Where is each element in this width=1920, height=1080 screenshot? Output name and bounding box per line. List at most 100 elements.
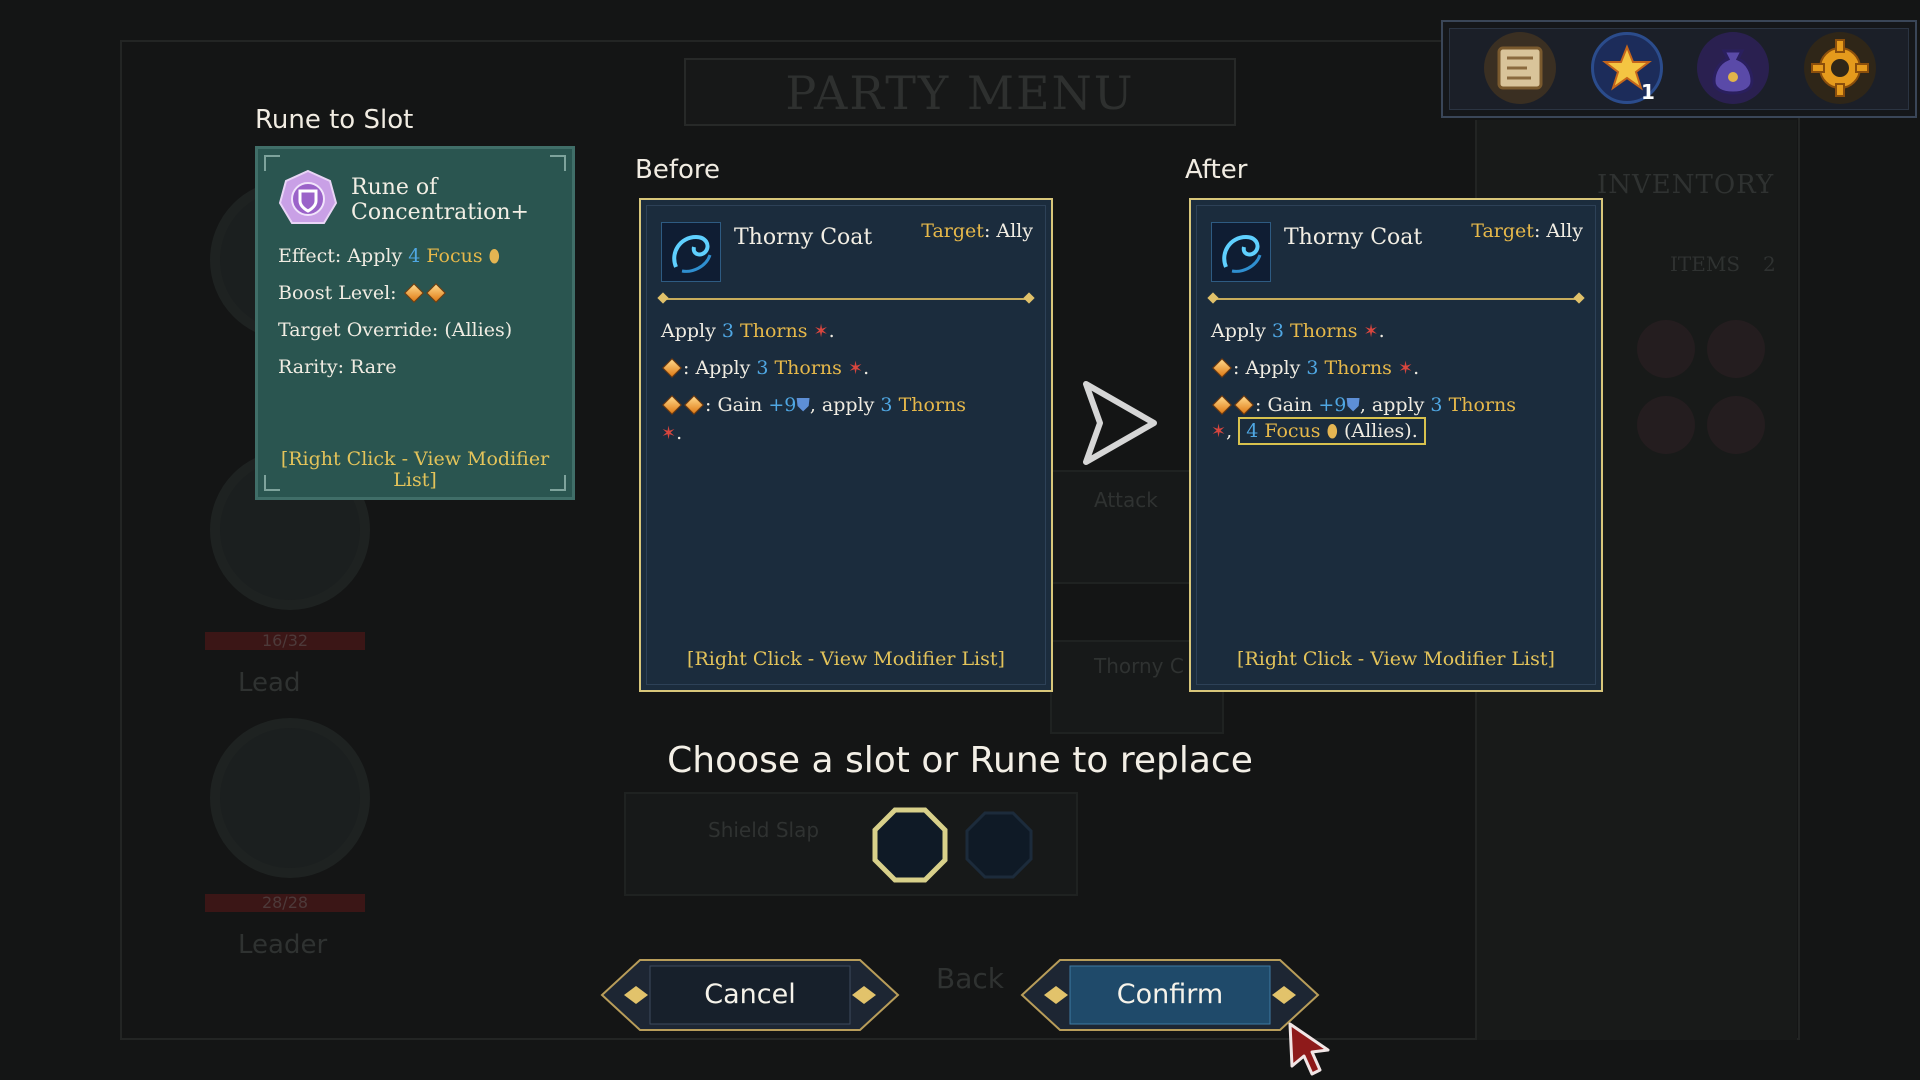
skill-effect-line-3-cont: ✶, 4 Focus ⬮ (Allies). [1211, 417, 1426, 445]
rune-of-concentration-icon [278, 169, 338, 224]
rune-effect: Effect: Apply 4 Focus ⬮ [278, 245, 500, 267]
boost-diamond-icon [1212, 358, 1232, 378]
effect-prefix: : Gain [1255, 394, 1313, 416]
target-value: : Ally [983, 220, 1033, 242]
thorns-icon: ✶ [813, 321, 829, 342]
effect-amount: 3 [1271, 320, 1284, 342]
effect-status: Thorns [1290, 320, 1358, 342]
confirm-button[interactable]: Confirm [1020, 958, 1320, 1032]
effect-status: Thorns [774, 357, 842, 379]
skill-effect-line-2: : Apply 3 Thorns ✶. [1211, 357, 1419, 379]
arrow-right-icon [1083, 381, 1157, 465]
confirm-button-label: Confirm [1116, 979, 1224, 1010]
skill-name: Thorny Coat [734, 225, 873, 250]
thorns-icon: ✶ [661, 423, 677, 444]
background-party-menu-title: PARTY MENU [684, 58, 1236, 126]
star-points-badge: 1 [1641, 80, 1655, 104]
background-back-label: Back [936, 962, 1004, 995]
skill-target: Target: Ally [921, 220, 1033, 242]
skill-name: Thorny Coat [1284, 225, 1423, 250]
shield-icon: ⛊ [796, 395, 810, 416]
background-hp-bar-1: 16/32 [205, 632, 365, 650]
thorny-coat-icon [661, 222, 721, 282]
thorns-icon: ✶ [1363, 321, 1379, 342]
background-inventory-rune [1637, 396, 1695, 454]
before-skill-card[interactable]: Thorny Coat Target: Ally Apply 3 Thorns … [639, 198, 1053, 692]
background-skill-thorny: Thorny C [1094, 654, 1184, 678]
background-skill-attack: Attack [1094, 488, 1158, 512]
background-inventory-rune [1707, 320, 1765, 378]
after-heading: After [1185, 155, 1248, 185]
rune-card[interactable]: Rune of Concentration+ Effect: Apply 4 F… [255, 146, 575, 500]
thorns-icon: ✶ [1211, 421, 1227, 442]
effect-prefix: Apply [1211, 320, 1266, 342]
effect-amount: 3 [1430, 394, 1443, 416]
background-inventory-items-count: 2 [1763, 252, 1776, 276]
background-inventory-items-label: ITEMS [1670, 252, 1741, 276]
added-modifier-highlight: 4 Focus ⬮ (Allies). [1238, 417, 1426, 445]
effect-status: Thorns [740, 320, 808, 342]
background-inventory-title: INVENTORY [1597, 170, 1775, 200]
boost-diamond-icon [1234, 395, 1254, 415]
rune-boost-level: Boost Level: [278, 282, 447, 304]
boost-diamond-icon [1212, 395, 1232, 415]
boost-diamond-icon [662, 395, 682, 415]
effect-amount: 3 [756, 357, 769, 379]
added-suffix: (Allies). [1343, 420, 1418, 442]
skill-target: Target: Ally [1471, 220, 1583, 242]
mouse-cursor-icon [1288, 1022, 1330, 1076]
effect-prefix: : Gain [705, 394, 763, 416]
added-amount: 4 [1246, 420, 1259, 442]
boost-diamond-icon [684, 395, 704, 415]
skill-effect-line-2: : Apply 3 Thorns ✶. [661, 357, 869, 379]
target-value: : Ally [1533, 220, 1583, 242]
gain-amount: +9 [768, 394, 797, 416]
thorny-coat-icon [1211, 222, 1271, 282]
rune-rarity: Rarity: Rare [278, 356, 397, 378]
thorns-icon: ✶ [1397, 358, 1414, 379]
boost-diamond-icon [403, 283, 424, 303]
effect-mid: , apply [809, 394, 875, 416]
skill-effect-line-3-cont: ✶. [661, 422, 683, 444]
rune-to-slot-heading: Rune to Slot [255, 105, 414, 135]
skill-effect-line-1: Apply 3 Thorns ✶. [1211, 320, 1385, 342]
background-inventory-rune [1637, 320, 1695, 378]
background-role-1: Lead [238, 668, 301, 698]
skill-effect-line-1: Apply 3 Thorns ✶. [661, 320, 835, 342]
shield-icon: ⛊ [1346, 395, 1360, 416]
rune-boost-label: Boost Level: [278, 282, 397, 304]
effect-status: Thorns [1324, 357, 1392, 379]
pouch-icon[interactable] [1697, 32, 1769, 104]
effect-prefix: Apply [661, 320, 716, 342]
rune-name: Rune of Concentration+ [351, 175, 529, 225]
background-skill-shield-slap: Shield Slap [708, 818, 820, 842]
rune-effect-status: Focus [426, 245, 483, 267]
card-corner [550, 155, 566, 171]
map-scroll-icon[interactable] [1484, 32, 1556, 104]
focus-icon: ⬮ [488, 246, 500, 267]
effect-status: Thorns [898, 394, 966, 416]
effect-mid: , apply [1359, 394, 1425, 416]
thorns-icon: ✶ [847, 358, 864, 379]
cancel-button-label: Cancel [704, 979, 796, 1010]
background-role-2: Leader [238, 930, 328, 960]
rune-modifier-hint: [Right Click - View Modifier List] [280, 448, 550, 491]
skill-modifier-hint: [Right Click - View Modifier List] [687, 648, 1005, 670]
rune-effect-amount: 4 [408, 245, 421, 267]
added-status: Focus [1264, 420, 1321, 442]
cancel-button[interactable]: Cancel [600, 958, 900, 1032]
card-divider [1213, 298, 1579, 300]
settings-gear-icon[interactable] [1804, 32, 1876, 104]
rune-slot-1-selected[interactable] [871, 806, 949, 884]
effect-amount: 3 [1306, 357, 1319, 379]
target-label: Target [921, 220, 984, 242]
rune-slot-2[interactable] [964, 810, 1034, 880]
background-hp-bar-2: 28/28 [205, 894, 365, 912]
skill-effect-line-3: : Gain +9⛊, apply 3 Thorns [1211, 394, 1516, 416]
effect-prefix: : Apply [1233, 357, 1301, 379]
rune-target-override: Target Override: (Allies) [278, 319, 513, 341]
effect-amount: 3 [880, 394, 893, 416]
after-skill-card[interactable]: Thorny Coat Target: Ally Apply 3 Thorns … [1189, 198, 1603, 692]
gain-amount: +9 [1318, 394, 1347, 416]
rune-effect-label: Effect: Apply [278, 245, 403, 267]
